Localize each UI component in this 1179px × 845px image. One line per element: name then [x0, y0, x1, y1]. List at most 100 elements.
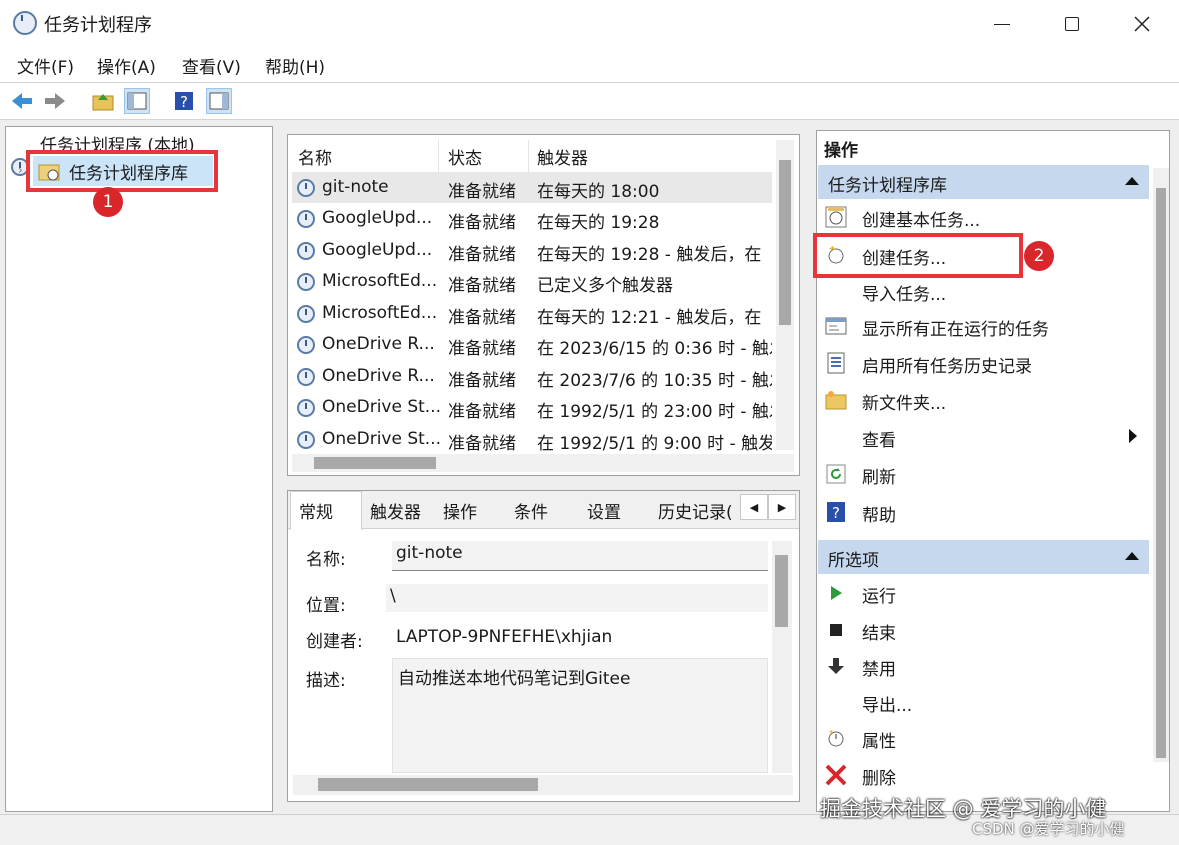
action-delete[interactable]: 删除 — [862, 764, 896, 789]
task-trigger: 在 1992/5/1 的 23:00 时 - 触发 — [537, 402, 772, 422]
table-row[interactable]: OneDrive St... 准备就绪 在 1992/5/1 的 23:00 时… — [292, 392, 772, 423]
task-rows: git-note 准备就绪 在每天的 18:00 GoogleUpd... 准备… — [292, 172, 772, 452]
table-row[interactable]: OneDrive St... 准备就绪 在 1992/5/1 的 9:00 时 … — [292, 424, 772, 452]
column-divider — [438, 140, 439, 172]
tab-actions[interactable]: 操作 — [443, 498, 477, 523]
task-scheduler-clock-icon — [13, 11, 37, 35]
task-clock-icon — [297, 179, 315, 197]
svg-text:?: ? — [832, 504, 840, 522]
task-clock-icon — [297, 431, 315, 449]
column-header-name[interactable]: 名称 — [298, 144, 332, 169]
detail-hscroll-thumb[interactable] — [318, 778, 538, 791]
tab-conditions[interactable]: 条件 — [514, 498, 548, 523]
tab-settings[interactable]: 设置 — [587, 498, 621, 523]
task-trigger: 已定义多个触发器 — [537, 276, 673, 296]
menu-view[interactable]: 查看(V) — [182, 53, 241, 78]
hscroll-thumb[interactable] — [314, 457, 436, 469]
table-row[interactable]: MicrosoftEd... 准备就绪 已定义多个触发器 — [292, 266, 772, 297]
action-export[interactable]: 导出... — [862, 691, 912, 716]
action-show-running-tasks[interactable]: 显示所有正在运行的任务 — [862, 315, 1049, 340]
location-label: 位置: — [306, 596, 346, 616]
task-status: 准备就绪 — [448, 402, 516, 422]
task-clock-icon — [297, 399, 315, 417]
action-disable[interactable]: 禁用 — [862, 655, 896, 680]
detail-vscroll-thumb[interactable] — [775, 555, 788, 627]
table-row[interactable]: MicrosoftEd... 准备就绪 在每天的 12:21 - 触发后，在 — [292, 298, 772, 329]
action-enable-history[interactable]: 启用所有任务历史记录 — [862, 352, 1032, 377]
show-hide-tree-button[interactable] — [124, 88, 150, 114]
task-trigger: 在 2023/7/6 的 10:35 时 - 触发 — [537, 371, 772, 391]
description-label: 描述: — [306, 671, 346, 691]
menu-help[interactable]: 帮助(H) — [265, 53, 325, 78]
help-toolbar-button[interactable]: ? — [171, 88, 197, 114]
actions-title: 操作 — [824, 141, 858, 161]
author-label: 创建者: — [306, 632, 363, 652]
submenu-arrow-icon — [1129, 429, 1137, 443]
description-value: 自动推送本地代码笔记到Gitee — [398, 669, 631, 689]
tab-scroll-left-button[interactable]: ◀ — [740, 494, 768, 520]
minimize-button[interactable] — [967, 0, 1037, 48]
task-name: MicrosoftEd... — [322, 303, 438, 323]
task-clock-icon — [297, 242, 315, 260]
column-header-trigger[interactable]: 触发器 — [537, 144, 588, 169]
back-button[interactable] — [9, 88, 35, 114]
table-row[interactable]: OneDrive R... 准备就绪 在 2023/6/15 的 0:36 时 … — [292, 329, 772, 360]
column-divider — [528, 140, 529, 172]
menu-bar — [0, 48, 1179, 82]
folder-up-icon — [92, 94, 114, 111]
author-value: LAPTOP-9PNFEFHE\xhjian — [396, 627, 613, 647]
task-name: OneDrive R... — [322, 334, 435, 354]
vscroll-thumb[interactable] — [779, 160, 791, 325]
action-refresh[interactable]: 刷新 — [862, 463, 896, 488]
collapse-triangle-icon[interactable] — [1124, 176, 1140, 186]
action-import-task[interactable]: 导入任务... — [862, 280, 946, 305]
create-task-icon — [825, 244, 847, 266]
stop-icon — [825, 619, 847, 641]
tab-triggers[interactable]: 触发器 — [370, 498, 421, 523]
tree-item-library[interactable]: 任务计划程序库 — [69, 159, 188, 184]
task-clock-icon — [297, 336, 315, 354]
table-row[interactable]: git-note 准备就绪 在每天的 18:00 — [292, 172, 772, 203]
expand-chevron-icon[interactable]: › — [18, 163, 23, 177]
task-clock-icon — [297, 305, 315, 323]
annotation-badge-1: 1 — [93, 187, 123, 217]
collapse-triangle-icon[interactable] — [1124, 551, 1140, 561]
action-view[interactable]: 查看 — [862, 426, 896, 451]
show-hide-action-pane-button[interactable] — [206, 88, 232, 114]
task-name: OneDrive St... — [322, 397, 442, 417]
name-label: 名称: — [306, 550, 346, 570]
task-trigger: 在每天的 19:28 — [537, 213, 660, 233]
table-row[interactable]: GoogleUpd... 准备就绪 在每天的 19:28 — [292, 203, 772, 234]
task-trigger: 在每天的 18:00 — [537, 182, 660, 202]
task-clock-icon — [297, 210, 315, 228]
delete-icon — [825, 764, 847, 786]
up-folder-button[interactable] — [90, 88, 116, 114]
action-end[interactable]: 结束 — [862, 619, 896, 644]
table-row[interactable]: OneDrive R... 准备就绪 在 2023/7/6 的 10:35 时 … — [292, 361, 772, 392]
tab-history[interactable]: 历史记录( — [658, 498, 738, 523]
action-run[interactable]: 运行 — [862, 582, 896, 607]
task-name: MicrosoftEd... — [322, 271, 438, 291]
maximize-button[interactable] — [1037, 0, 1107, 48]
task-name: OneDrive R... — [322, 366, 435, 386]
action-new-folder[interactable]: 新文件夹... — [862, 389, 946, 414]
action-create-basic-task[interactable]: 创建基本任务... — [862, 206, 980, 231]
task-name: OneDrive St... — [322, 429, 442, 449]
forward-button[interactable] — [42, 88, 68, 114]
actions-vscroll-thumb[interactable] — [1156, 188, 1166, 758]
task-clock-icon — [297, 368, 315, 386]
close-button[interactable] — [1107, 0, 1177, 48]
action-help[interactable]: 帮助 — [862, 501, 896, 526]
action-properties[interactable]: 属性 — [862, 727, 896, 752]
close-icon — [1134, 16, 1150, 32]
tab-general[interactable]: 常规 — [299, 498, 333, 523]
action-create-task[interactable]: 创建任务... — [862, 244, 946, 269]
properties-icon — [825, 727, 847, 749]
task-status: 准备就绪 — [448, 371, 516, 391]
menu-file[interactable]: 文件(F) — [17, 53, 74, 78]
tab-scroll-right-button[interactable]: ▶ — [768, 494, 796, 520]
table-row[interactable]: GoogleUpd... 准备就绪 在每天的 19:28 - 触发后，在 — [292, 235, 772, 266]
help-icon: ? — [825, 501, 847, 523]
column-header-status[interactable]: 状态 — [448, 144, 482, 169]
menu-action[interactable]: 操作(A) — [97, 53, 156, 78]
